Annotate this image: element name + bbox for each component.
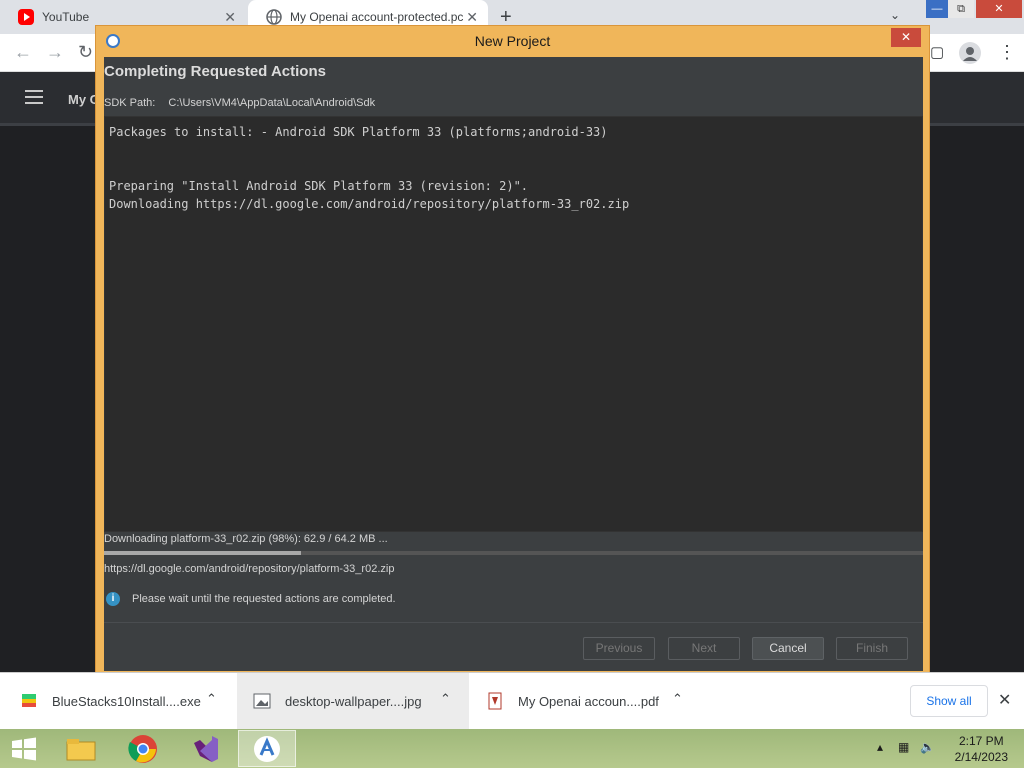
close-download-bar-icon[interactable]: ✕ (998, 690, 1011, 710)
back-arrow-icon[interactable]: ← (14, 42, 32, 63)
close-icon[interactable]: ✕ (224, 9, 236, 26)
progress-bar-fill (104, 551, 301, 555)
clock-time: 2:17 PM (958, 734, 1004, 748)
chevron-up-icon[interactable]: ⌃ (440, 691, 451, 707)
profile-avatar[interactable] (959, 42, 981, 64)
finish-button[interactable]: Finish (836, 637, 908, 660)
globe-icon (266, 9, 282, 25)
chevron-down-icon[interactable]: ⌄ (890, 8, 900, 22)
start-button[interactable] (0, 730, 48, 767)
new-project-dialog: New Project ✕ Completing Requested Actio… (95, 25, 930, 678)
sdk-path-label: SDK Path: (104, 97, 156, 109)
dialog-titlebar[interactable]: New Project ✕ (96, 26, 929, 56)
reload-icon[interactable]: ↻ (78, 42, 93, 63)
progress-bar (104, 551, 923, 555)
divider (104, 622, 923, 623)
minimize-button[interactable]: — (926, 0, 948, 18)
forward-arrow-icon[interactable]: → (46, 42, 64, 63)
file-explorer-taskbar[interactable] (52, 730, 110, 767)
volume-icon[interactable]: 🔈 (920, 740, 935, 754)
download-bar: BlueStacks10Install....exe ⌃ desktop-wal… (0, 672, 1024, 729)
network-icon[interactable]: ▦ (898, 740, 909, 754)
chrome-icon (128, 734, 157, 763)
download-filename: desktop-wallpaper....jpg (285, 693, 422, 709)
download-item-pdf[interactable]: My Openai accoun....pdf ⌃ (470, 673, 702, 729)
previous-button[interactable]: Previous (583, 637, 655, 660)
window-close-button[interactable]: ✕ (976, 0, 1022, 18)
download-item-bluestacks[interactable]: BlueStacks10Install....exe ⌃ (0, 673, 236, 729)
android-studio-taskbar[interactable] (238, 730, 296, 767)
sidepanel-icon[interactable]: ▢ (930, 43, 944, 61)
youtube-icon (18, 9, 34, 25)
info-message: i Please wait until the requested action… (104, 592, 396, 606)
download-filename: My Openai accoun....pdf (518, 693, 659, 709)
tab-label: YouTube (42, 10, 90, 24)
dialog-close-button[interactable]: ✕ (891, 28, 921, 47)
close-icon[interactable]: ✕ (466, 9, 478, 26)
dialog-heading: Completing Requested Actions (104, 63, 326, 80)
android-studio-icon (254, 735, 280, 762)
dialog-title: New Project (474, 33, 551, 49)
folder-icon (66, 738, 96, 760)
chevron-up-icon[interactable]: ⌃ (206, 691, 217, 707)
tab-label: My Openai account-protected.pc (290, 10, 464, 24)
chevron-up-icon[interactable]: ⌃ (672, 691, 683, 707)
info-icon: i (106, 592, 120, 606)
install-log[interactable]: Packages to install: - Android SDK Platf… (104, 116, 923, 532)
image-file-icon (253, 692, 271, 710)
download-filename: BlueStacks10Install....exe (52, 693, 201, 709)
chrome-taskbar[interactable] (114, 730, 172, 767)
clock-date: 2/14/2023 (954, 750, 1008, 764)
bluestacks-icon (20, 692, 38, 710)
taskbar: ▴ ▦ 🔈 2:17 PM 2/14/2023 (0, 729, 1024, 768)
windows-logo-icon (12, 737, 36, 760)
tray-expand-icon[interactable]: ▴ (877, 740, 883, 754)
show-all-button[interactable]: Show all (910, 685, 988, 717)
cancel-button[interactable]: Cancel (752, 637, 824, 660)
clock[interactable]: 2:17 PM 2/14/2023 (955, 733, 1008, 765)
restore-button[interactable]: ⧉ (948, 0, 974, 18)
download-item-wallpaper[interactable]: desktop-wallpaper....jpg ⌃ (237, 673, 469, 729)
dialog-body: Completing Requested Actions SDK Path: C… (104, 57, 923, 671)
visual-studio-taskbar[interactable] (176, 730, 234, 767)
download-status: Downloading platform-33_r02.zip (98%): 6… (104, 533, 388, 545)
visual-studio-icon (194, 735, 218, 762)
download-url: https://dl.google.com/android/repository… (104, 563, 395, 575)
sdk-path-row: SDK Path: C:\Users\VM4\AppData\Local\And… (104, 97, 375, 109)
menu-dots-icon[interactable]: ⋮ (998, 42, 1016, 63)
sdk-path-value: C:\Users\VM4\AppData\Local\Android\Sdk (168, 97, 376, 109)
next-button[interactable]: Next (668, 637, 740, 660)
info-text: Please wait until the requested actions … (132, 593, 396, 605)
pdf-file-icon (486, 692, 504, 710)
hamburger-menu-icon[interactable] (25, 90, 43, 108)
